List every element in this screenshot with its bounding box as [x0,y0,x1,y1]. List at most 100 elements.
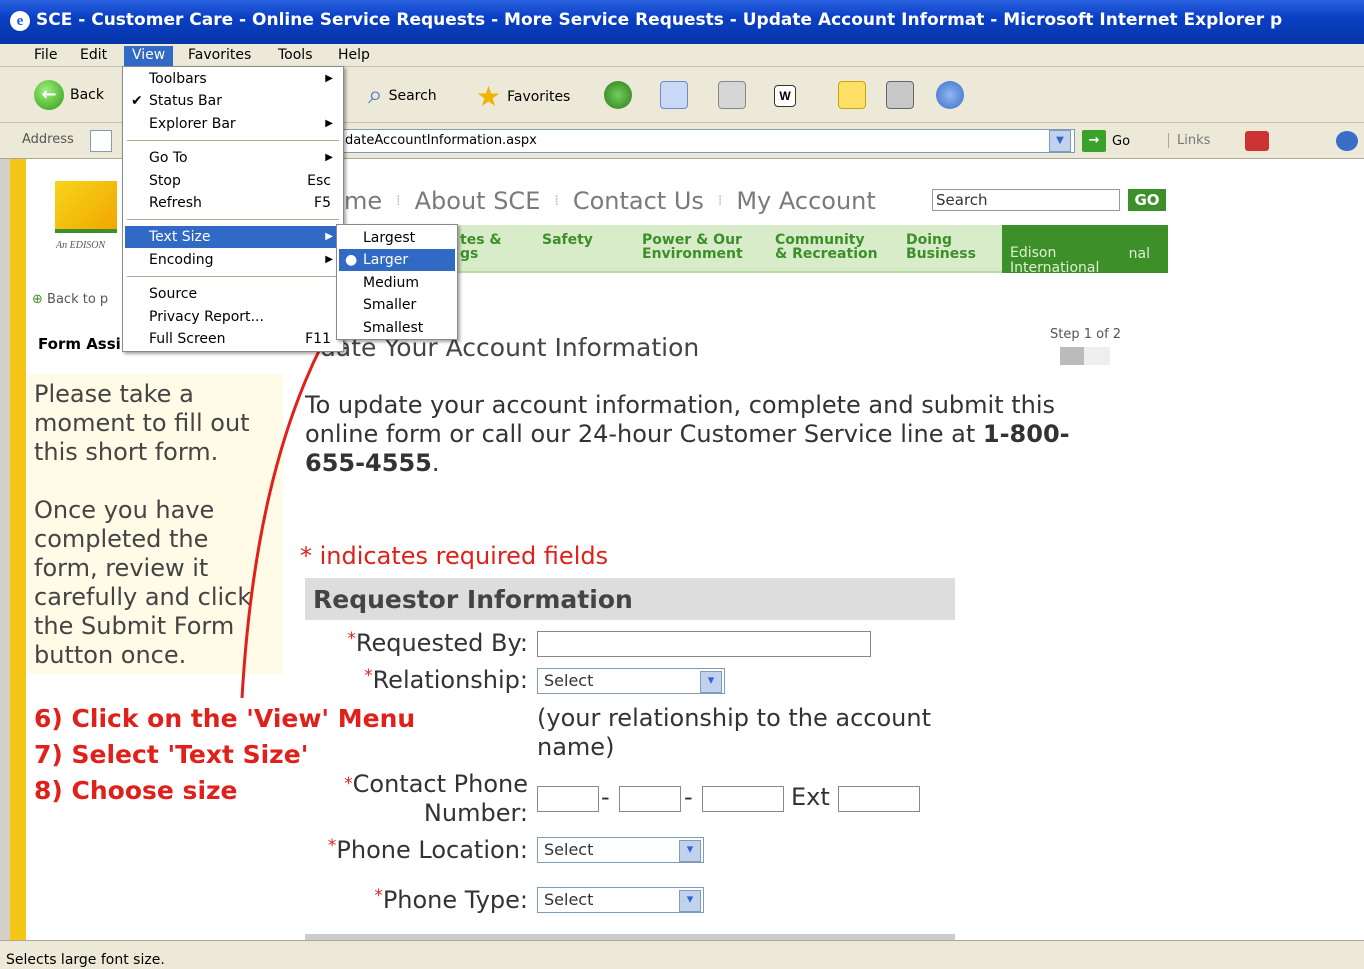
nav-power-environment[interactable]: Power & Our Environment [642,233,743,261]
text-size-medium[interactable]: Medium [339,272,455,294]
requested-by-input[interactable] [537,631,871,657]
nav-home[interactable]: me [344,187,382,215]
green-nav: tes & gs Safety Power & Our Environment … [344,225,1168,276]
search-button[interactable]: ⌕ Search [368,80,437,111]
menu-item-source[interactable]: Source [125,283,341,305]
intro-text: To update your account information, comp… [305,391,1070,477]
menu-separator [127,219,339,220]
skype-icon[interactable] [1336,131,1358,151]
print-icon[interactable] [718,81,746,109]
menu-file[interactable]: File [26,46,65,66]
back-arrow-icon: ← [34,80,64,110]
nav-community[interactable]: Community & Recreation [775,233,878,261]
nav-doing-business[interactable]: Doing Business [906,233,976,261]
instructions-panel: Please take a moment to fill out this sh… [28,374,283,674]
requested-by-label: *Requested By: [347,629,528,657]
text-size-larger[interactable]: ● Larger [339,249,455,271]
menu-item-privacy-report[interactable]: Privacy Report... [125,306,341,328]
address-input[interactable]: dateAccountInformation.aspx [340,129,1075,153]
text-size-submenu: Largest ● Larger Medium Smaller Smallest [336,224,458,340]
edison-label: An EDISON [56,240,106,251]
menu-item-full-screen[interactable]: Full Screen F11 [125,328,341,350]
phone-ext-input[interactable] [838,786,920,812]
window-title: SCE - Customer Care - Online Service Req… [36,10,1283,30]
history-icon[interactable] [604,81,632,109]
section-header: Requestor Information [305,578,955,620]
back-link-label: Back to p [47,292,109,307]
go-arrow-icon: → [1082,130,1106,152]
phone-type-select[interactable]: Select [537,887,704,913]
phone-location-select[interactable]: Select [537,837,704,863]
menu-help[interactable]: Help [330,46,378,66]
menu-item-encoding[interactable]: Encoding ▶ [125,249,341,271]
text-size-smaller[interactable]: Smaller [339,294,455,316]
edison-intl-tail: nal [1128,246,1150,262]
view-menu: Toolbars ▶ ✔ Status Bar Explorer Bar ▶ Go T… [122,66,344,352]
right-gutter [1168,159,1364,940]
research-icon[interactable] [886,81,914,109]
word-edit-icon[interactable]: W [774,85,796,107]
contact-phone-label: *Contact Phone Number: [344,770,528,827]
favorites-label: Favorites [507,88,571,105]
top-nav: me ⁞ About SCE ⁞ Contact Us ⁞ My Account [344,187,876,215]
search-icon: ⌕ [368,80,383,110]
address-url: dateAccountInformation.aspx [345,133,537,148]
nav-separator: ⁞ [717,193,723,209]
selected-dot-icon: ● [345,252,358,268]
nav-about[interactable]: About SCE [415,187,541,215]
text-size-smallest[interactable]: Smallest [339,317,455,339]
phone-area-code-input[interactable] [537,786,599,812]
address-dropdown-icon[interactable]: ▼ [1049,130,1071,152]
note-icon[interactable] [838,81,866,109]
menu-item-stop[interactable]: Stop Esc [125,170,341,192]
menu-item-text-size[interactable]: Text Size ▶ [125,226,341,248]
nav-separator: ⁞ [554,193,559,209]
nav-safety[interactable]: Safety [542,233,593,247]
step-progress-fill [1060,347,1084,365]
step-indicator: Step 1 of 2 [1050,327,1122,342]
site-search-placeholder: Search [936,191,988,209]
menu-item-explorer-bar[interactable]: Explorer Bar ▶ [125,113,341,135]
instructions-text-1: Please take a moment to fill out this sh… [34,380,250,466]
star-icon: ★ [476,80,502,113]
phone-type-label: *Phone Type: [374,886,528,914]
site-search-go-button[interactable]: GO [1128,189,1166,211]
nav-my-account[interactable]: My Account [736,187,875,215]
menu-view[interactable]: View [124,46,174,66]
yellow-stripe [10,159,26,940]
nav-contact[interactable]: Contact Us [573,187,704,215]
relationship-select[interactable]: Select [537,668,725,694]
menu-item-refresh[interactable]: Refresh F5 [125,192,341,214]
go-button[interactable]: → Go [1082,130,1130,152]
menu-item-toolbars[interactable]: Toolbars ▶ [125,68,341,90]
menu-item-go-to[interactable]: Go To ▶ [125,147,341,169]
back-circle-icon: ⊕ [32,292,43,307]
nav-rates[interactable]: tes & gs [460,233,502,261]
ie-icon: e [10,11,30,31]
menu-item-status-bar[interactable]: ✔ Status Bar [125,90,341,112]
menu-bar: File Edit View Favorites Tools Help [0,44,1364,67]
text-size-largest[interactable]: Largest [339,227,455,249]
menu-separator [127,140,339,141]
back-button[interactable]: ← Back [34,80,104,110]
back-link[interactable]: ⊕ Back to p [32,292,108,307]
menu-tools[interactable]: Tools [270,46,321,66]
mail-icon[interactable] [660,81,688,109]
phone-prefix-input[interactable] [619,786,681,812]
links-toolbar[interactable]: Links [1168,133,1210,148]
phone-dash: - [601,783,610,811]
acrobat-icon[interactable] [1245,131,1269,151]
status-bar: Selects large font size. [0,940,1364,969]
sce-logo[interactable] [55,181,117,233]
title-bar: SCE - Customer Care - Online Service Req… [0,0,1364,44]
back-label: Back [70,87,104,103]
nav-edison-international[interactable]: Edison International nal [1002,225,1168,276]
site-search-input[interactable]: Search [932,189,1120,211]
tutorial-step-6: 6) Click on the 'View' Menu [34,704,416,733]
menu-favorites[interactable]: Favorites [180,46,259,66]
status-text: Selects large font size. [6,952,165,968]
phone-line-input[interactable] [702,786,784,812]
menu-edit[interactable]: Edit [72,46,115,66]
messenger-icon[interactable] [936,81,964,109]
favorites-button[interactable]: ★ Favorites [476,80,570,113]
